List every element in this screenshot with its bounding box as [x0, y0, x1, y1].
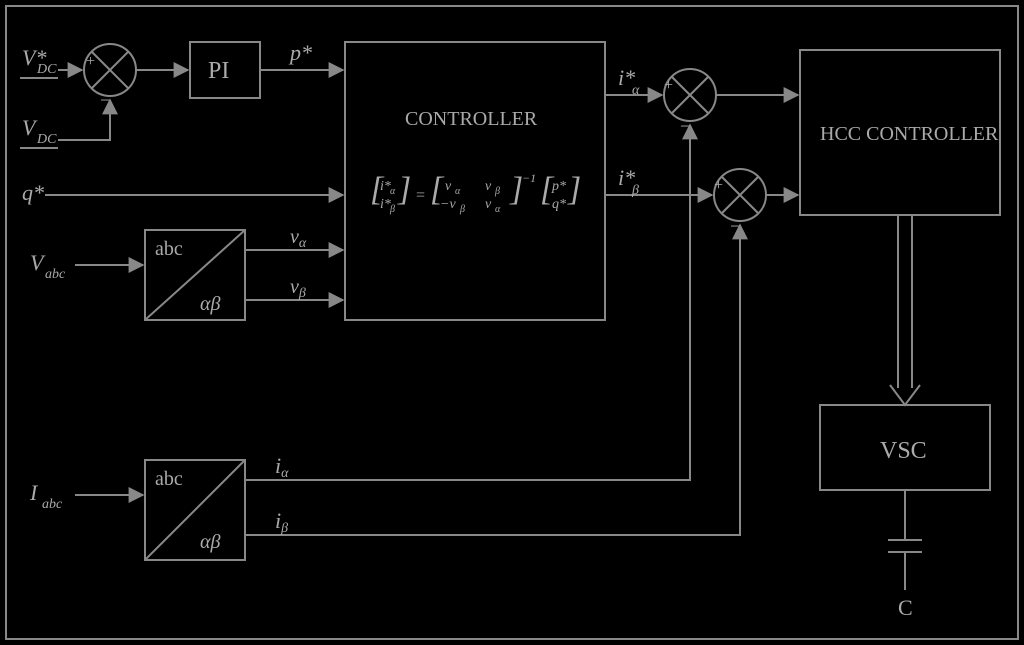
controller-label: CONTROLLER — [405, 108, 538, 130]
svg-text:abc: abc — [155, 468, 183, 490]
pi-label: PI — [208, 58, 229, 84]
label-ib-ref-sub: β — [631, 183, 639, 198]
svg-text:V: V — [30, 250, 46, 275]
label-ib: iβ — [275, 508, 288, 536]
svg-text:v: v — [485, 197, 492, 212]
capacitor: C — [888, 490, 922, 620]
svg-text:C: C — [898, 595, 913, 620]
transform-i: abc αβ — [145, 460, 245, 560]
svg-text:I: I — [29, 480, 39, 505]
frame — [6, 6, 1018, 639]
svg-text:+: + — [664, 77, 673, 94]
label-vdc-ref: V* DC — [20, 45, 58, 78]
svg-text:q*: q* — [22, 180, 44, 205]
controller-equation: [ i* α i* β ] = [ vα vβ −vβ vα ] −1 [ p*… — [370, 171, 581, 215]
svg-text:β: β — [459, 204, 465, 215]
vsc-label: VSC — [880, 438, 927, 464]
label-vb: vβ — [290, 276, 306, 301]
label-ia: iα — [275, 453, 289, 481]
svg-text:+: + — [714, 177, 723, 194]
svg-text:α: α — [390, 186, 396, 197]
label-vabc: V abc — [30, 250, 66, 282]
transform-v: abc αβ — [145, 230, 245, 320]
label-vdc: V DC — [20, 115, 58, 148]
svg-text:v: v — [485, 179, 492, 194]
svg-text:v: v — [445, 179, 452, 194]
svg-text:abc: abc — [45, 267, 66, 282]
label-q-ref: q* — [22, 180, 44, 205]
label-ia-ref-sub: α — [632, 83, 640, 98]
label-iabc: I abc — [29, 480, 63, 512]
svg-text:−1: −1 — [522, 171, 536, 185]
bus-hcc-vsc — [890, 215, 920, 405]
label-va: vα — [290, 226, 307, 251]
svg-text:]: ] — [397, 171, 411, 208]
svg-text:−v: −v — [440, 197, 456, 212]
svg-text:+: + — [86, 53, 95, 70]
svg-text:V: V — [22, 115, 38, 140]
svg-text:β: β — [494, 186, 500, 197]
svg-text:]: ] — [567, 171, 581, 208]
svg-text:α: α — [455, 186, 461, 197]
svg-text:β: β — [389, 204, 395, 215]
wire-ib-fb — [245, 225, 740, 535]
svg-text:p*: p* — [551, 179, 566, 194]
svg-text:abc: abc — [155, 238, 183, 260]
svg-text:αβ: αβ — [200, 293, 220, 315]
svg-text:α: α — [495, 204, 501, 215]
label-p-ref: p* — [288, 40, 312, 65]
svg-text:−: − — [680, 116, 690, 136]
svg-text:DC: DC — [36, 62, 57, 77]
hcc-label: HCC CONTROLLER — [820, 123, 999, 145]
svg-text:=: = — [415, 187, 426, 204]
svg-text:−: − — [100, 90, 110, 110]
svg-text:abc: abc — [42, 497, 63, 512]
svg-text:q*: q* — [552, 197, 566, 212]
svg-text:αβ: αβ — [200, 531, 220, 553]
svg-text:DC: DC — [36, 132, 57, 147]
svg-text:−: − — [730, 216, 740, 236]
